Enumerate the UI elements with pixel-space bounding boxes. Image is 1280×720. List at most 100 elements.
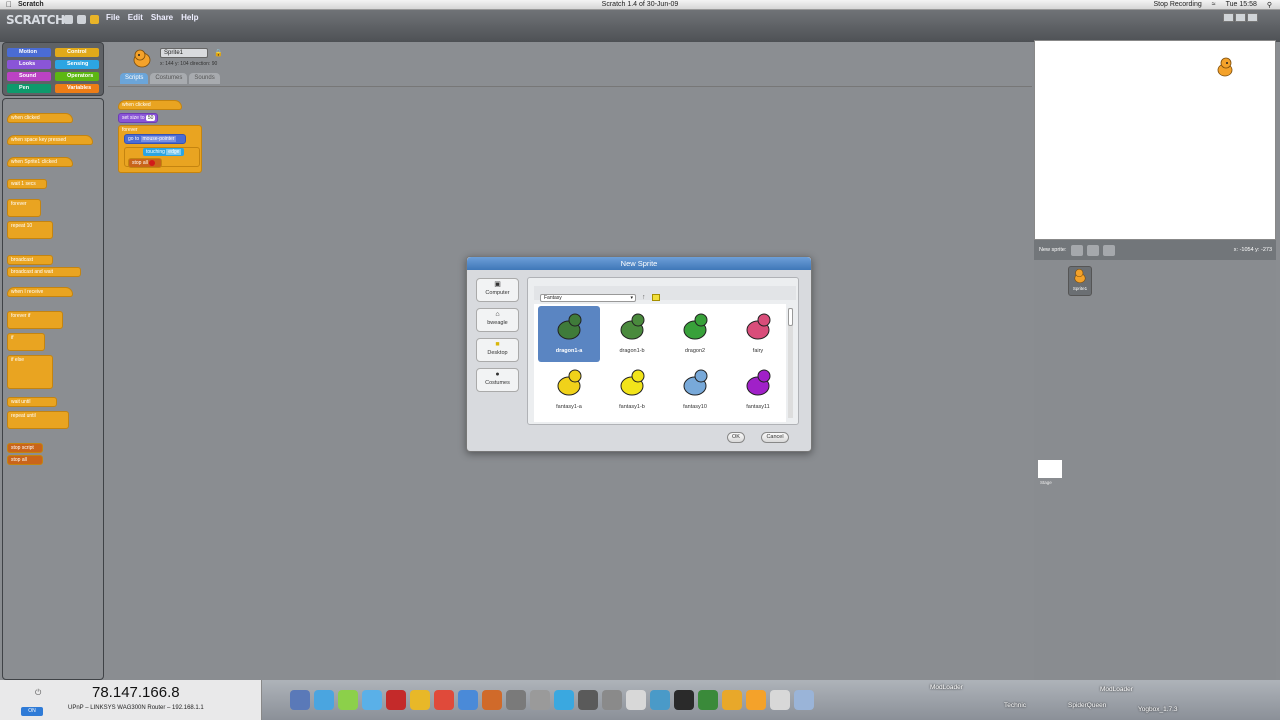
- dock-app-icon[interactable]: [674, 690, 694, 710]
- dock-app-icon[interactable]: [554, 690, 574, 710]
- dock-app-icon[interactable]: [626, 690, 646, 710]
- cancel-button[interactable]: Cancel: [761, 432, 789, 443]
- normal-stage-button[interactable]: [1235, 13, 1246, 22]
- palette-stop-script[interactable]: stop script: [7, 443, 43, 453]
- choose-sprite-from-file-icon[interactable]: [1086, 244, 1099, 256]
- tab-sounds[interactable]: Sounds: [189, 73, 220, 84]
- tab-scripts[interactable]: Scripts: [120, 73, 149, 84]
- touching-target[interactable]: edge: [166, 149, 182, 155]
- category-pen[interactable]: Pen: [7, 84, 51, 93]
- palette-when-key-pressed[interactable]: when space key pressed: [7, 135, 93, 145]
- spotlight-icon[interactable]: ⚲: [1267, 1, 1272, 9]
- palette-forever-if[interactable]: forever if: [7, 311, 63, 329]
- dock-app-icon[interactable]: [338, 690, 358, 710]
- stop-recording-item[interactable]: Stop Recording: [1153, 1, 1201, 8]
- category-sound[interactable]: Sound: [7, 72, 51, 81]
- dock-folder-label[interactable]: ModLoader: [1100, 686, 1133, 693]
- scrollbar-thumb[interactable]: [788, 308, 793, 326]
- palette-if-else[interactable]: if else: [7, 355, 53, 389]
- dock-app-icon[interactable]: [386, 690, 406, 710]
- new-folder-icon[interactable]: [652, 294, 660, 301]
- palette-forever[interactable]: forever: [7, 199, 41, 217]
- dock-app-icon[interactable]: [410, 690, 430, 710]
- small-stage-button[interactable]: [1223, 13, 1234, 22]
- go-to-target[interactable]: mouse-pointer: [140, 136, 177, 142]
- script-set-size[interactable]: set size to 50: [118, 113, 158, 123]
- palette-repeat[interactable]: repeat 10: [7, 221, 53, 239]
- stage-sprite-cat[interactable]: [1213, 55, 1237, 79]
- sprite-thumbnail-fantasy1-b[interactable]: fantasy1-b: [601, 362, 663, 418]
- menu-file[interactable]: File: [106, 13, 120, 22]
- stage-canvas[interactable]: [1034, 40, 1276, 240]
- dock-app-icon[interactable]: [578, 690, 598, 710]
- source-costumes-button[interactable]: ● Costumes: [476, 368, 519, 392]
- palette-stop-all[interactable]: stop all: [7, 455, 43, 465]
- sprite-name-field[interactable]: Sprite1: [160, 48, 208, 58]
- category-control[interactable]: Control: [55, 48, 99, 57]
- dock-app-icon[interactable]: [362, 690, 382, 710]
- dock-app-icon[interactable]: [794, 690, 814, 710]
- palette-wait-until[interactable]: wait until: [7, 397, 57, 407]
- source-user-button[interactable]: ⌂ bweagle: [476, 308, 519, 332]
- tab-costumes[interactable]: Costumes: [150, 73, 188, 84]
- dock-app-icon[interactable]: [530, 690, 550, 710]
- save-icon[interactable]: [77, 15, 86, 24]
- upnp-on-toggle[interactable]: ON: [21, 707, 43, 716]
- palette-when-sprite-clicked[interactable]: when Sprite1 clicked: [7, 157, 73, 167]
- dock-app-icon[interactable]: [482, 690, 502, 710]
- menu-edit[interactable]: Edit: [128, 13, 143, 22]
- menu-share[interactable]: Share: [151, 13, 173, 22]
- palette-when-flag-clicked[interactable]: when clicked: [7, 113, 73, 123]
- dock-app-icon[interactable]: [650, 690, 670, 710]
- surprise-sprite-icon[interactable]: [1102, 244, 1115, 256]
- app-menu-name[interactable]: Scratch: [18, 1, 44, 8]
- presentation-mode-button[interactable]: [1247, 13, 1258, 22]
- palette-wait[interactable]: wait 1 secs: [7, 179, 47, 189]
- lock-icon[interactable]: 🔒: [214, 49, 223, 57]
- sprite-thumbnail-fantasy1-a[interactable]: fantasy1-a: [538, 362, 600, 418]
- language-icon[interactable]: [64, 15, 73, 24]
- paint-new-sprite-icon[interactable]: [1070, 244, 1083, 256]
- power-icon[interactable]: ⏻: [35, 688, 41, 698]
- sprite-tile-sprite1[interactable]: Sprite1: [1068, 266, 1092, 296]
- dock-app-icon[interactable]: [290, 690, 310, 710]
- dock-app-icon[interactable]: [506, 690, 526, 710]
- dock-folder-label[interactable]: Yogbox_1.7.3: [1138, 706, 1178, 713]
- touching-condition[interactable]: touching edge: [143, 148, 185, 156]
- palette-if[interactable]: if: [7, 333, 45, 351]
- source-desktop-button[interactable]: ■ Desktop: [476, 338, 519, 362]
- dock-app-icon[interactable]: [770, 690, 790, 710]
- script-when-flag-clicked[interactable]: when clicked: [118, 100, 182, 110]
- dock-app-icon[interactable]: [434, 690, 454, 710]
- script-go-to[interactable]: go to mouse-pointer: [124, 134, 186, 144]
- dock-app-icon[interactable]: [722, 690, 742, 710]
- dock-app-icon[interactable]: [746, 690, 766, 710]
- sprite-thumbnail-dragon1-a[interactable]: dragon1-a: [538, 306, 600, 362]
- ok-button[interactable]: OK: [727, 432, 745, 443]
- dock-app-icon[interactable]: [698, 690, 718, 710]
- folder-dropdown[interactable]: Fantasy ▾: [540, 294, 636, 302]
- palette-when-i-receive[interactable]: when I receive: [7, 287, 73, 297]
- script-stop-all[interactable]: stop all: [128, 158, 162, 168]
- dock-app-icon[interactable]: [314, 690, 334, 710]
- apple-icon[interactable]: : [0, 0, 18, 9]
- category-operators[interactable]: Operators: [55, 72, 99, 81]
- sprite-thumbnail-dragon1-b[interactable]: dragon1-b: [601, 306, 663, 362]
- category-sensing[interactable]: Sensing: [55, 60, 99, 69]
- dock-folder-label[interactable]: ModLoader: [930, 684, 963, 691]
- palette-repeat-until[interactable]: repeat until: [7, 411, 69, 429]
- parent-folder-icon[interactable]: ↑: [642, 294, 646, 301]
- category-motion[interactable]: Motion: [7, 48, 51, 57]
- set-size-value[interactable]: 50: [145, 115, 156, 121]
- dock-app-icon[interactable]: [458, 690, 478, 710]
- category-variables[interactable]: Variables: [55, 84, 99, 93]
- clock[interactable]: Tue 15:58: [1226, 1, 1257, 8]
- source-computer-button[interactable]: ▣ Computer: [476, 278, 519, 302]
- sprite-thumbnail-fantasy11[interactable]: fantasy11: [727, 362, 789, 418]
- dock-folder-label[interactable]: SpiderQueen: [1068, 702, 1106, 709]
- category-looks[interactable]: Looks: [7, 60, 51, 69]
- stage-thumbnail[interactable]: [1038, 460, 1062, 478]
- grid-scrollbar[interactable]: [788, 308, 793, 418]
- dock-app-icon[interactable]: [602, 690, 622, 710]
- sprite-thumbnail-dragon2[interactable]: dragon2: [664, 306, 726, 362]
